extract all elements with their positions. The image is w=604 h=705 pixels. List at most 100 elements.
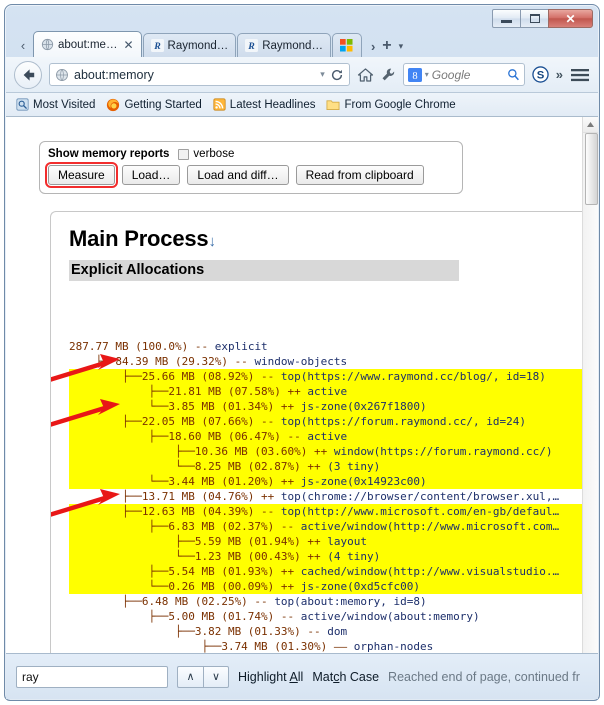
tree-row-amount: └──3.44 MB (01.20%) ++: [69, 475, 301, 488]
controls-button-row: Measure Load… Load and diff… Read from c…: [45, 162, 454, 188]
explicit-allocations-tree: 287.77 MB (100.0%) -- explicit ├──84.39 …: [51, 294, 583, 653]
tree-row-label: window-objects: [254, 355, 348, 368]
tab-label: Raymond…: [167, 39, 229, 52]
tree-row-label: cached/window(http://www.visualstudio.…: [300, 565, 560, 578]
tab-scroll-left-button[interactable]: ‹: [13, 33, 33, 57]
load-and-diff-button[interactable]: Load and diff…: [187, 165, 289, 185]
minimize-icon: [501, 19, 512, 23]
tree-row-label: active/window(about:memory): [300, 610, 480, 623]
url-bar[interactable]: about:memory ▾: [49, 63, 350, 86]
tab-raymond-2[interactable]: R Raymond…: [237, 33, 331, 57]
tree-row: └──0.26 MB (00.09%) ++ js-zone(0xd5cfc00…: [69, 579, 583, 594]
skype-button[interactable]: S: [532, 66, 549, 83]
scrollbar-thumb[interactable]: [585, 133, 598, 205]
back-arrow-icon: [23, 68, 34, 81]
highlight-all-button[interactable]: Highlight All: [238, 670, 303, 684]
tools-button[interactable]: [381, 67, 396, 83]
search-icon[interactable]: [507, 68, 520, 81]
new-tab-button[interactable]: +: [382, 38, 391, 54]
navigation-toolbar: about:memory ▾ 8 ▾ Google S »: [6, 57, 598, 93]
tree-row-amount: ├──6.83 MB (02.37%) --: [69, 520, 301, 533]
tree-row: ├──3.74 MB (01.30%) —— orphan-nodes: [69, 639, 583, 653]
home-icon: [357, 67, 373, 82]
tree-row-amount: ├──84.39 MB (29.32%) --: [69, 355, 255, 368]
verbose-checkbox-group[interactable]: verbose: [178, 148, 234, 160]
wrench-icon: [382, 68, 394, 80]
find-nav-group: ∧ ∨: [177, 665, 229, 688]
about-memory-page: Show memory reports verbose Measure Load…: [6, 117, 583, 653]
raymondcc-icon: R: [245, 39, 259, 52]
page-scrollbar[interactable]: [582, 117, 598, 653]
tab-about-memory[interactable]: about:me… ✕: [33, 31, 142, 57]
highlight-all-accesskey: A: [289, 669, 298, 684]
tree-row: ├──12.63 MB (04.39%) -- top(http://www.m…: [69, 504, 583, 519]
highlight-all-label-a: Highlight: [238, 669, 290, 684]
tree-row-amount: └──8.25 MB (02.87%) ++: [69, 460, 328, 473]
find-input[interactable]: ray: [16, 665, 168, 688]
tab-microsoft[interactable]: M: [331, 33, 362, 57]
load-button[interactable]: Load…: [121, 165, 181, 185]
tree-row-amount: ├──21.81 MB (07.58%) ++: [69, 385, 308, 398]
title-bar: ✕ ‹ about:me… ✕ R Raymond… R Raymond… › …: [5, 5, 599, 57]
measure-button[interactable]: Measure: [45, 162, 118, 188]
match-case-button[interactable]: Match Case: [312, 670, 379, 684]
find-status: Reached end of page, continued fr: [388, 669, 580, 684]
bookmark-getting-started[interactable]: Getting Started: [103, 97, 204, 113]
bookmark-from-google-chrome[interactable]: From Google Chrome: [323, 97, 458, 112]
tab-strip: ‹ about:me… ✕ R Raymond… R Raymond… › + …: [13, 30, 599, 57]
section-title: Explicit Allocations: [69, 260, 459, 281]
find-previous-button[interactable]: ∧: [177, 665, 203, 688]
tree-row: ├──6.83 MB (02.37%) -- active/window(htt…: [69, 519, 583, 534]
tree-row: ├──18.60 MB (06.47%) -- active: [69, 429, 583, 444]
tree-row: ├──5.59 MB (01.94%) ++ layout: [69, 534, 583, 549]
search-box[interactable]: 8 ▾ Google: [402, 63, 525, 86]
tree-row: ├──22.05 MB (07.66%) -- top(https://foru…: [69, 414, 583, 429]
tree-row-amount: └──3.85 MB (01.34%) ++: [69, 400, 301, 413]
tree-row: ├──21.81 MB (07.58%) ++ active: [69, 384, 583, 399]
tree-row-label: top(https://www.raymond.cc/blog/, id=18): [280, 370, 546, 383]
google-icon: 8: [407, 67, 422, 82]
tab-scroll-right-button[interactable]: ›: [371, 39, 375, 54]
tree-row-label: js-zone(0x267f1800): [300, 400, 427, 413]
verbose-checkbox[interactable]: [178, 148, 190, 160]
tree-row-label: top(http://www.microsoft.com/en-gb/defau…: [280, 505, 560, 518]
minimize-button[interactable]: [492, 9, 521, 28]
reload-icon[interactable]: [330, 68, 344, 82]
close-button[interactable]: ✕: [548, 9, 593, 28]
memory-report-content: Main Process↓ Explicit Allocations 287.7…: [51, 212, 583, 653]
collapse-arrow-icon[interactable]: ↓: [208, 233, 216, 250]
tree-row-label: js-zone(0x14923c00): [300, 475, 427, 488]
tree-row: ├──25.66 MB (08.92%) -- top(https://www.…: [69, 369, 583, 384]
read-from-clipboard-button[interactable]: Read from clipboard: [295, 165, 424, 185]
back-button[interactable]: [14, 60, 42, 89]
tree-row: ├──10.36 MB (03.60%) ++ window(https://f…: [69, 444, 583, 459]
tree-row: ├──3.82 MB (01.33%) -- dom: [69, 624, 583, 639]
match-case-label-b: h Case: [339, 669, 380, 684]
tree-row-label: (4 tiny): [327, 550, 381, 563]
folder-icon: [326, 100, 340, 111]
tree-row-label: top(https://forum.raymond.cc/, id=24): [280, 415, 526, 428]
bookmark-most-visited[interactable]: Most Visited: [13, 97, 98, 112]
toolbar-overflow-button[interactable]: »: [556, 67, 563, 82]
list-all-tabs-button[interactable]: ▾: [399, 41, 404, 52]
tab-raymond-1[interactable]: R Raymond…: [142, 33, 237, 57]
tree-row-amount: ├──3.74 MB (01.30%) ——: [69, 640, 354, 653]
search-input[interactable]: Google: [432, 68, 504, 82]
scroll-up-button[interactable]: [583, 117, 598, 133]
url-dropdown-icon[interactable]: ▾: [320, 69, 325, 80]
bookmark-latest-headlines[interactable]: Latest Headlines: [210, 97, 319, 112]
process-title: Main Process↓: [69, 226, 583, 252]
maximize-button[interactable]: [520, 9, 549, 28]
find-next-button[interactable]: ∨: [203, 665, 229, 688]
home-button[interactable]: [357, 67, 374, 83]
memory-report-panel: Main Process↓ Explicit Allocations 287.7…: [50, 211, 583, 653]
bookmark-label: From Google Chrome: [344, 98, 456, 111]
tree-row: ├──84.39 MB (29.32%) -- window-objects: [69, 354, 583, 369]
highlight-all-label-b: ll: [297, 669, 304, 684]
rss-icon: [213, 98, 226, 111]
search-dropdown-icon[interactable]: ▾: [425, 70, 429, 79]
tree-row-label: top(about:memory, id=8): [274, 595, 427, 608]
globe-icon: [56, 68, 68, 81]
tab-close-icon[interactable]: ✕: [123, 38, 133, 52]
menu-button[interactable]: [570, 67, 590, 83]
